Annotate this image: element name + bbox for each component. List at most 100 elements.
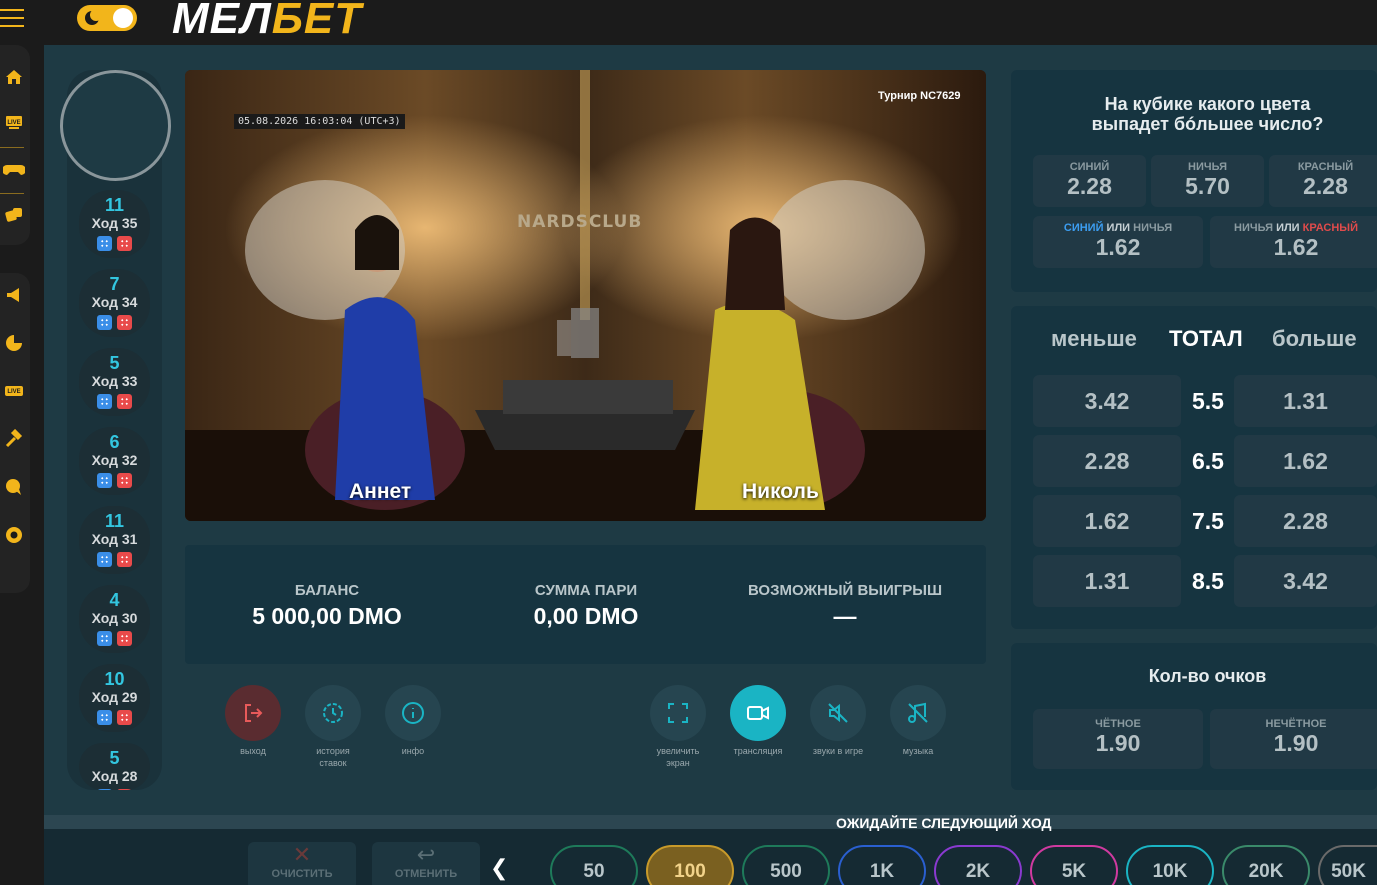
label-or: ИЛИ	[1276, 222, 1300, 234]
odd-blue-or-draw[interactable]: СИНИЙ ИЛИ НИЧЬЯ 1.62	[1033, 216, 1203, 268]
odd-blue-label: СИНИЙ	[1069, 161, 1110, 173]
turn-total: 4	[109, 590, 120, 610]
support-icon[interactable]	[3, 525, 25, 547]
odd-draw-value: 5.70	[1185, 173, 1230, 199]
theme-toggle[interactable]	[77, 5, 137, 31]
turn-item: 11 Ход 35	[79, 190, 150, 258]
chevron-left-icon[interactable]: ❮	[490, 855, 508, 881]
history-button[interactable]	[305, 685, 361, 741]
video-timestamp: 05.08.2026 16:03:04 (UTC+3)	[234, 114, 405, 129]
logo-part1: МЕЛ	[172, 0, 272, 43]
avatar	[60, 70, 171, 181]
total-less-odd[interactable]: 2.28	[1033, 435, 1181, 487]
chip-2K[interactable]: 2K	[934, 845, 1022, 885]
dice-icon[interactable]	[3, 205, 25, 227]
music-control[interactable]: музыка	[888, 685, 948, 757]
odd-even[interactable]: ЧЁТНОЕ 1.90	[1033, 709, 1203, 769]
odd-draw-or-red[interactable]: НИЧЬЯ ИЛИ КРАСНЫЙ 1.62	[1210, 216, 1377, 268]
stake-label: СУММА ПАРИ	[534, 582, 638, 599]
info-label: инфо	[401, 746, 425, 756]
label-or: ИЛИ	[1106, 222, 1131, 234]
expand-icon	[668, 703, 688, 723]
chat-help-icon[interactable]	[3, 477, 25, 499]
total-more-odd[interactable]: 1.62	[1234, 435, 1377, 487]
dice-icon	[97, 473, 133, 489]
chip-50K[interactable]: 50K	[1318, 845, 1377, 885]
exit-button[interactable]	[225, 685, 281, 741]
info-control[interactable]: инфо	[383, 685, 443, 757]
dice-icon	[97, 631, 133, 647]
exit-control[interactable]: выход	[223, 685, 283, 757]
chip-5K[interactable]: 5K	[1030, 845, 1118, 885]
turn-label: Ход 30	[91, 610, 138, 626]
live-casino-icon[interactable]: LIVE	[3, 381, 25, 403]
total-title: ТОТАЛ	[1169, 326, 1243, 351]
live-casino-text: LIVE	[7, 389, 20, 395]
total-more-odd[interactable]: 2.28	[1234, 495, 1377, 547]
total-less-odd[interactable]: 1.31	[1033, 555, 1181, 607]
pie-chart-icon[interactable]	[3, 333, 25, 355]
dice-icon	[97, 710, 133, 726]
blue-die	[97, 394, 112, 409]
odd-red-value: 2.28	[1303, 173, 1348, 199]
top-bar: МЕЛБЕТ	[0, 0, 1377, 45]
odd-draw[interactable]: НИЧЬЯ 5.70	[1151, 155, 1264, 207]
sounds-control[interactable]: звуки в игре	[808, 685, 868, 757]
total-line: 5.5	[1192, 388, 1224, 414]
toggle-knob	[113, 8, 133, 28]
undo-button[interactable]: ↩ ОТМЕНИТЬ	[372, 842, 480, 885]
home-icon[interactable]	[3, 67, 25, 89]
clear-button[interactable]: ✕ ОЧИСТИТЬ	[248, 842, 356, 885]
fullscreen-control[interactable]: увеличить экран	[648, 685, 708, 769]
clock-icon	[323, 703, 343, 723]
chip-1K[interactable]: 1K	[838, 845, 926, 885]
turn-total: 10	[104, 669, 125, 689]
info-button[interactable]	[385, 685, 441, 741]
history-control[interactable]: история ставок	[303, 685, 363, 769]
music-button[interactable]	[890, 685, 946, 741]
turn-total: 5	[109, 353, 120, 373]
live-video[interactable]	[185, 70, 986, 521]
chip-10K[interactable]: 10K	[1126, 845, 1214, 885]
player-left-name: Аннет	[349, 480, 412, 503]
odd-red[interactable]: КРАСНЫЙ 2.28	[1269, 155, 1377, 207]
turn-item: 5 Ход 33	[79, 348, 150, 416]
undo-icon: ↩	[416, 842, 436, 867]
gamepad-icon[interactable]	[2, 159, 26, 181]
total-more-odd[interactable]: 1.31	[1234, 375, 1377, 427]
odd-blue-value: 2.28	[1067, 173, 1112, 199]
turn-item: 6 Ход 32	[79, 427, 150, 495]
chip-50[interactable]: 50	[550, 845, 638, 885]
brand-logo[interactable]: МЕЛБЕТ	[172, 0, 362, 42]
turn-total: 11	[104, 511, 125, 531]
turn-label: Ход 31	[91, 531, 138, 547]
odd-draw-label: НИЧЬЯ	[1188, 161, 1227, 173]
hammer-icon[interactable]	[3, 428, 25, 451]
chip-20K[interactable]: 20K	[1222, 845, 1310, 885]
blue-die	[97, 236, 112, 251]
stream-button[interactable]	[730, 685, 786, 741]
live-icon[interactable]: LIVE	[3, 112, 25, 134]
odd-blue[interactable]: СИНИЙ 2.28	[1033, 155, 1146, 207]
blue-die	[97, 552, 112, 567]
sounds-button[interactable]	[810, 685, 866, 741]
total-less-odd[interactable]: 1.62	[1033, 495, 1181, 547]
menu-icon[interactable]	[0, 9, 26, 29]
fullscreen-button[interactable]	[650, 685, 706, 741]
nav-divider	[0, 147, 24, 148]
chip-100[interactable]: 100	[646, 845, 734, 885]
balance-label: БАЛАНС	[294, 582, 360, 599]
studio-scene	[185, 70, 986, 521]
chip-500[interactable]: 500	[742, 845, 830, 885]
total-more-odd[interactable]: 3.42	[1234, 555, 1377, 607]
blue-die	[97, 473, 112, 488]
red-die	[117, 473, 132, 488]
turn-item: 5 Ход 28	[79, 743, 150, 790]
megaphone-icon[interactable]	[3, 285, 25, 307]
exit-icon	[245, 704, 263, 722]
stream-control[interactable]: трансляция	[728, 685, 788, 757]
label-draw: НИЧЬЯ	[1234, 222, 1273, 234]
close-icon: ✕	[292, 842, 312, 867]
total-less-odd[interactable]: 3.42	[1033, 375, 1181, 427]
odd-odd[interactable]: НЕЧЁТНОЕ 1.90	[1210, 709, 1377, 769]
